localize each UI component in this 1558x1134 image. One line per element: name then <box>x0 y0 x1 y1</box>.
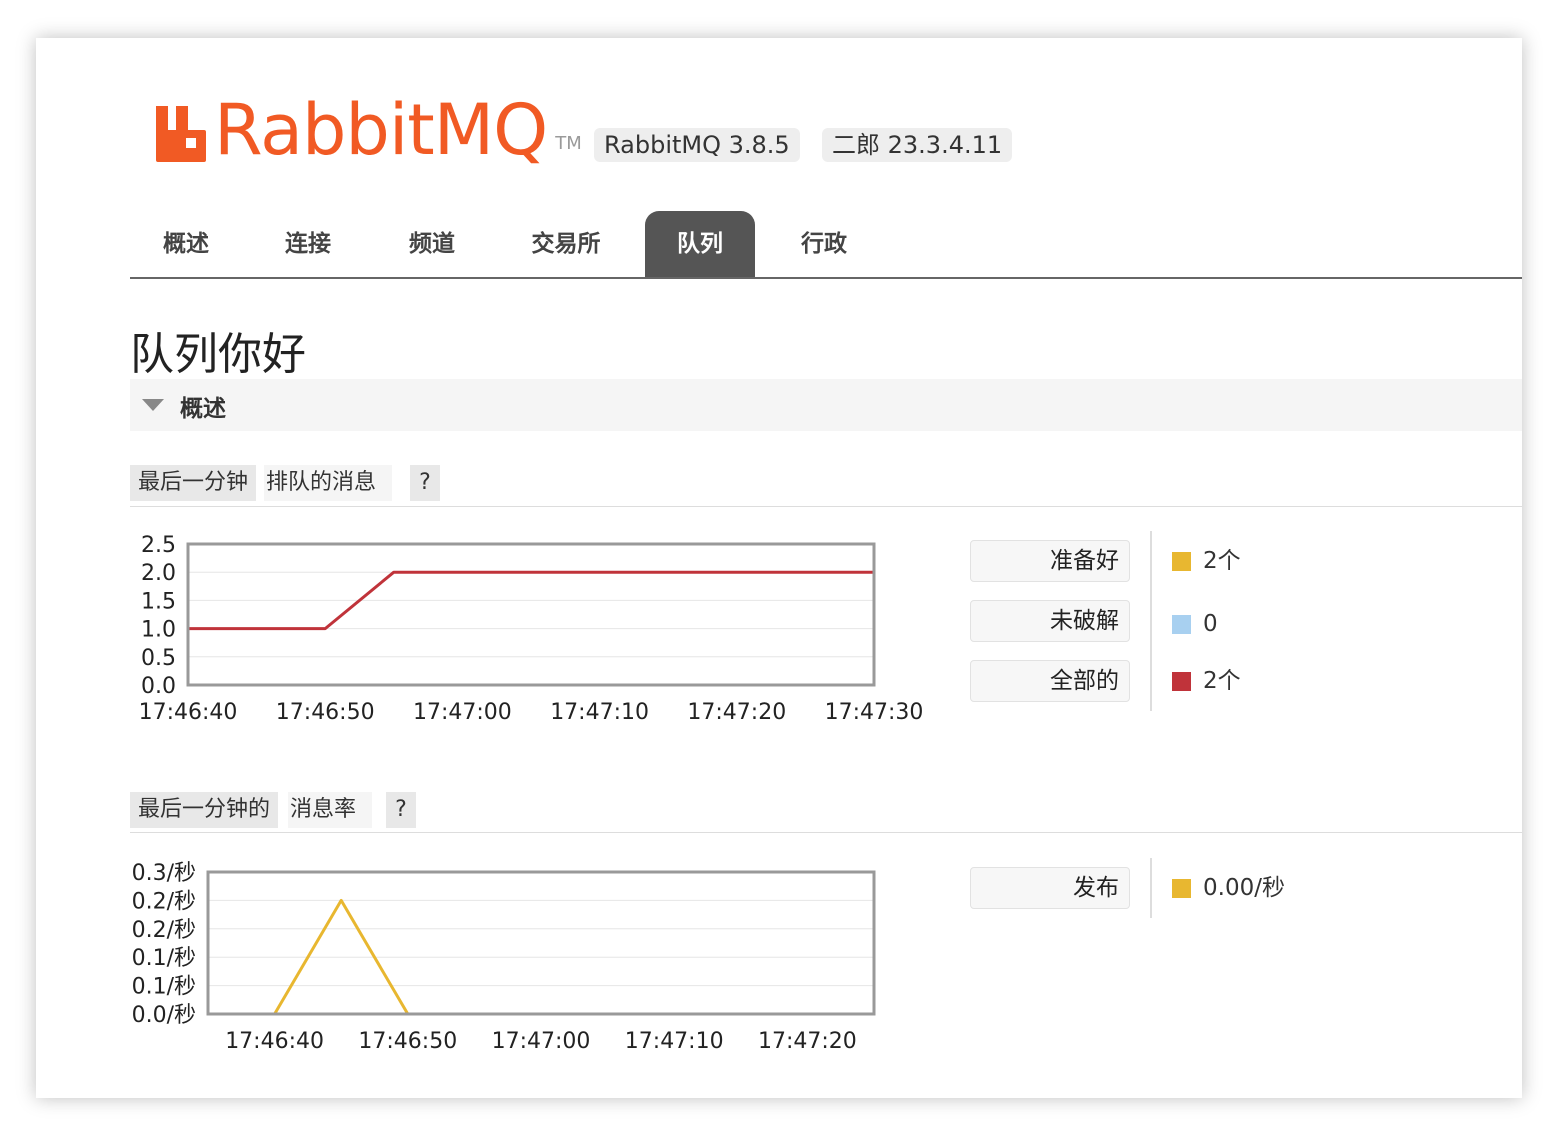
rates-y-tick-label: 0.2/秒 <box>132 918 196 943</box>
queued-y-tick-label: 2.0 <box>141 561 176 586</box>
legend-publish-label: 发布 <box>970 867 1130 909</box>
total-count: 2个 <box>1203 668 1241 694</box>
queued-y-tick-label: 0.5 <box>141 646 176 671</box>
rates-x-tick-label: 17:46:40 <box>225 1029 324 1054</box>
rates-heading-text: 消息率 <box>288 792 373 828</box>
queued-help-button[interactable]: ? <box>410 465 440 501</box>
ready-swatch-icon <box>1172 551 1191 571</box>
queued-x-tick-label: 17:46:40 <box>139 700 238 725</box>
queued-range-chip[interactable]: 最后一分钟 <box>130 465 257 501</box>
legend-total-label: 全部的 <box>970 660 1130 702</box>
ready-count: 2个 <box>1203 548 1241 574</box>
tab-admin[interactable]: 行政 <box>776 211 872 277</box>
rates-help-button[interactable]: ? <box>386 792 416 828</box>
unacked-count: 0 <box>1203 611 1218 637</box>
legend-total-value: 2个 <box>1172 661 1241 701</box>
legend-publish-text: 发布 <box>1073 875 1119 901</box>
rates-range-chip[interactable]: 最后一分钟的 <box>130 792 279 828</box>
legend-total-text: 全部的 <box>1050 668 1119 694</box>
tab-connections[interactable]: 连接 <box>260 211 356 277</box>
tab-overview[interactable]: 概述 <box>138 211 234 277</box>
erlang-version-badge: 二郎 23.3.4.11 <box>822 128 1013 162</box>
page-title: 队列你好 <box>130 329 306 380</box>
rates-x-tick-label: 17:47:10 <box>625 1029 724 1054</box>
collapse-triangle-icon <box>142 399 164 411</box>
section-label: 概述 <box>180 396 226 422</box>
rates-y-tick-label: 0.3/秒 <box>132 861 196 886</box>
publish-rate: 0.00/秒 <box>1203 875 1285 901</box>
queued-y-tick-label: 1.5 <box>141 589 176 614</box>
queued-x-tick-label: 17:47:20 <box>687 700 786 725</box>
rates-divider <box>130 832 1522 833</box>
legend-unacked-value: 0 <box>1172 604 1218 644</box>
browser-window: RabbitMQ TM RabbitMQ 3.8.5 二郎 23.3.4.11 … <box>36 38 1522 1098</box>
logo-rabbit-text: RabbitMQ <box>214 89 548 171</box>
message-rates-chart: 0.0/秒 0.1/秒 0.1/秒 0.2/秒 0.2/秒 0.3/秒 17:46:40 17… <box>132 861 876 1054</box>
rates-y-tick-label: 0.0/秒 <box>132 1003 196 1028</box>
total-swatch-icon <box>1172 671 1191 691</box>
legend-separator <box>1150 531 1152 711</box>
queued-x-tick-label: 17:46:50 <box>276 700 375 725</box>
rabbitmq-logo-icon <box>156 106 206 162</box>
queued-x-tick-label: 17:47:00 <box>413 700 512 725</box>
queued-messages-chart: 0.0 0.5 1.0 1.5 2.0 2.5 17:46:40 17:46:50 17:47:… <box>139 533 924 725</box>
rabbitmq-version-badge: RabbitMQ 3.8.5 <box>594 128 800 162</box>
rates-y-tick-label: 0.2/秒 <box>132 889 196 914</box>
legend-ready-value: 2个 <box>1172 541 1241 581</box>
rates-x-tick-label: 17:47:00 <box>492 1029 591 1054</box>
logo-trademark: TM <box>555 133 582 154</box>
queued-plot-frame <box>186 542 876 687</box>
legend-ready-text: 准备好 <box>1050 548 1119 574</box>
rates-plot-frame <box>206 870 876 1016</box>
queued-y-tick-label: 0.0 <box>141 674 176 699</box>
queued-x-tick-label: 17:47:10 <box>550 700 649 725</box>
legend-unacked-label: 未破解 <box>970 600 1130 642</box>
rabbitmq-logo[interactable]: RabbitMQ TM <box>154 89 582 171</box>
overview-section-toggle[interactable]: 概述 <box>130 379 1522 431</box>
rates-x-tick-label: 17:47:20 <box>758 1029 857 1054</box>
rates-y-tick-label: 0.1/秒 <box>132 946 196 971</box>
publish-swatch-icon <box>1172 878 1191 898</box>
unacked-swatch-icon <box>1172 614 1191 634</box>
queued-y-tick-label: 2.5 <box>141 533 176 558</box>
tab-exchanges[interactable]: 交易所 <box>512 211 620 277</box>
tab-channels[interactable]: 频道 <box>384 211 480 277</box>
legend-publish-value: 0.00/秒 <box>1172 868 1285 908</box>
queued-divider <box>130 506 1522 507</box>
queued-x-tick-label: 17:47:30 <box>825 700 924 725</box>
main-nav-tabs: 概述 连接 频道 交易所 队列 行政 <box>130 211 1522 279</box>
rates-y-tick-label: 0.1/秒 <box>132 975 196 1000</box>
legend-ready-label: 准备好 <box>970 540 1130 582</box>
rates-x-tick-label: 17:46:50 <box>358 1029 457 1054</box>
legend-unacked-text: 未破解 <box>1050 608 1119 634</box>
queued-heading-text: 排队的消息 <box>264 465 393 501</box>
rates-legend-separator <box>1150 858 1152 918</box>
tab-queues[interactable]: 队列 <box>645 211 755 277</box>
queued-y-tick-label: 1.0 <box>141 618 176 643</box>
